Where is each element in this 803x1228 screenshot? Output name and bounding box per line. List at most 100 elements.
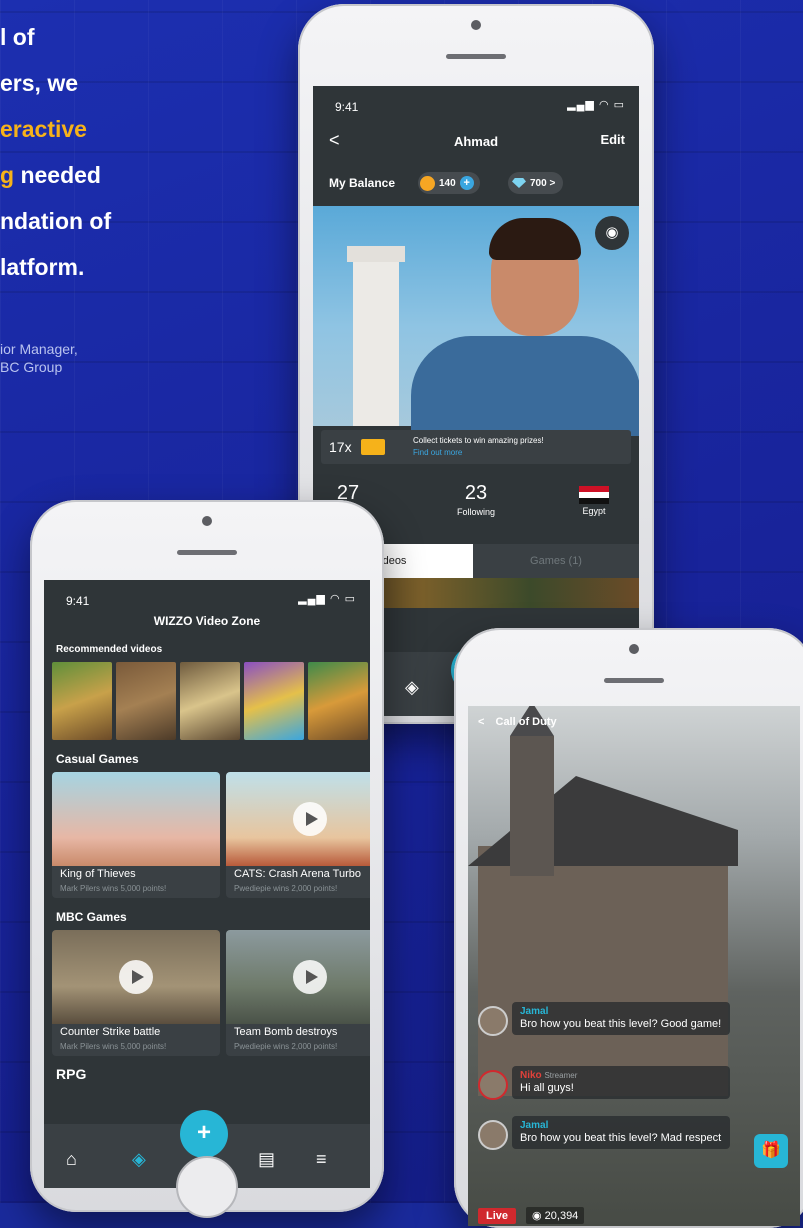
country-stat: Egypt	[549, 482, 639, 516]
chat-text: Bro how you beat this level? Good game!	[520, 1018, 722, 1030]
country-label: Egypt	[582, 506, 606, 516]
streamer-tag: Streamer	[544, 1071, 578, 1080]
video-thumbnail[interactable]	[116, 662, 176, 740]
section-mbc-games: MBC Games	[56, 910, 127, 924]
status-time: 9:41	[335, 100, 359, 114]
chat-username[interactable]: Niko Streamer	[520, 1070, 722, 1081]
front-camera	[471, 20, 481, 30]
section-casual-games: Casual Games	[56, 752, 139, 766]
following-count: 23	[464, 482, 488, 504]
earpiece-speaker	[604, 678, 664, 683]
front-camera	[629, 644, 639, 654]
coin-balance[interactable]: 140 +	[418, 172, 480, 194]
back-button[interactable]: <	[478, 716, 484, 728]
avatar[interactable]	[478, 1006, 508, 1036]
tab-games[interactable]: Games (1)	[473, 544, 639, 578]
video-title: Counter Strike battle	[60, 1026, 161, 1038]
video-thumbnail	[52, 772, 220, 866]
find-out-more-link[interactable]: Find out more	[413, 448, 462, 457]
video-card[interactable]: Team Bomb destroys Pwediepie wins 2,000 …	[226, 930, 370, 1056]
chat-username[interactable]: Jamal	[520, 1006, 722, 1017]
video-subtitle: Pwediepie wins 2,000 points!	[234, 1042, 338, 1051]
following-stat[interactable]: 23 Following	[431, 482, 521, 517]
person-body-shape	[411, 336, 639, 436]
coin-count: 140	[439, 177, 456, 189]
following-label: Following	[456, 507, 496, 517]
chat-icon[interactable]: ▤	[258, 1149, 275, 1170]
video-subtitle: Pwediepie wins 2,000 points!	[234, 884, 338, 893]
live-stream-phone: < Call of Duty Jamal Bro how you beat th…	[454, 628, 803, 1228]
recommended-row	[52, 662, 370, 740]
minaret-shape	[347, 246, 405, 426]
quote-line: latform.	[0, 254, 85, 280]
compass-icon[interactable]: ◈	[132, 1149, 146, 1170]
video-title: Team Bomb destroys	[234, 1026, 338, 1038]
add-button[interactable]: +	[180, 1110, 228, 1158]
compass-icon[interactable]: ◈	[405, 677, 419, 698]
roof-shape	[468, 776, 738, 866]
video-thumbnail[interactable]	[52, 662, 112, 740]
video-thumbnail	[52, 930, 220, 1024]
quote-attribution: ior Manager, BC Group	[0, 340, 78, 376]
status-bar: 9:41 ▂▄▆ ◠ ▭	[313, 86, 639, 116]
gem-count: 700 >	[530, 177, 556, 189]
video-thumbnail	[226, 772, 370, 866]
page-title: Ahmad	[453, 134, 499, 149]
profile-photo: ◉	[313, 206, 639, 436]
chat-message: Jamal Bro how you beat this level? Good …	[474, 1002, 730, 1066]
quote-line: l of	[0, 24, 35, 50]
play-icon[interactable]	[293, 960, 327, 994]
add-coins-icon[interactable]: +	[459, 176, 474, 190]
viewer-count: ◉ 20,394	[526, 1207, 585, 1224]
avatar[interactable]	[478, 1120, 508, 1150]
live-stream-screen: < Call of Duty Jamal Bro how you beat th…	[468, 706, 800, 1226]
ticket-icon	[361, 439, 385, 455]
gift-icon[interactable]: 🎁	[754, 1134, 788, 1168]
video-thumbnail[interactable]	[308, 662, 368, 740]
chat-message: Jamal Bro how you beat this level? Mad r…	[474, 1116, 730, 1180]
earpiece-speaker	[177, 550, 237, 555]
video-card[interactable]: CATS: Crash Arena Turbo Pwediepie wins 2…	[226, 772, 370, 898]
egypt-flag-icon	[579, 486, 609, 504]
quote-line: g needed	[0, 162, 101, 188]
video-subtitle: Mark Pilers wins 5,000 points!	[60, 1042, 167, 1051]
signal-icon: ▂▄▆ ◠ ▭	[298, 593, 356, 605]
camera-icon[interactable]: ◉	[595, 216, 629, 250]
home-button[interactable]	[176, 1156, 238, 1218]
quote-line: ndation of	[0, 208, 112, 234]
video-thumbnail[interactable]	[180, 662, 240, 740]
person-hair-shape	[489, 218, 581, 260]
video-card[interactable]: King of Thieves Mark Pilers wins 5,000 p…	[52, 772, 220, 898]
stream-header: < Call of Duty	[478, 716, 557, 728]
menu-icon[interactable]: ≡	[316, 1149, 327, 1170]
edit-button[interactable]: Edit	[600, 132, 625, 147]
ticket-banner[interactable]: 17x Collect tickets to win amazing prize…	[321, 430, 631, 464]
section-rpg: RPG	[56, 1066, 87, 1082]
profile-header: < Ahmad Edit	[313, 126, 639, 156]
ticket-count: 17x	[329, 439, 352, 455]
balance-row: My Balance 140 + 700 >	[313, 168, 639, 202]
status-bar: 9:41 ▂▄▆ ◠ ▭	[44, 580, 370, 610]
video-card[interactable]: Counter Strike battle Mark Pilers wins 5…	[52, 930, 220, 1056]
stream-title: Call of Duty	[495, 716, 557, 728]
play-icon[interactable]	[119, 960, 153, 994]
home-icon[interactable]: ⌂	[66, 1149, 77, 1170]
page-title: WIZZO Video Zone	[153, 614, 261, 628]
gem-balance[interactable]: 700 >	[508, 172, 564, 194]
video-title: King of Thieves	[60, 868, 136, 880]
attribution-company: BC Group	[0, 359, 63, 375]
chat-username[interactable]: Jamal	[520, 1120, 722, 1131]
video-subtitle: Mark Pilers wins 5,000 points!	[60, 884, 167, 893]
viewer-count-value: 20,394	[544, 1210, 579, 1222]
video-thumbnail[interactable]	[244, 662, 304, 740]
front-camera	[202, 516, 212, 526]
chat-overlay: Jamal Bro how you beat this level? Good …	[474, 1002, 730, 1180]
chat-bubble: Niko Streamer Hi all guys!	[512, 1066, 730, 1099]
tower-shape	[510, 706, 554, 876]
video-title: CATS: Crash Arena Turbo	[234, 868, 361, 880]
play-icon[interactable]	[293, 802, 327, 836]
ticket-text: Collect tickets to win amazing prizes!	[413, 436, 544, 445]
live-badge: Live	[478, 1208, 517, 1224]
avatar[interactable]	[478, 1070, 508, 1100]
chat-message: Niko Streamer Hi all guys!	[474, 1066, 730, 1116]
